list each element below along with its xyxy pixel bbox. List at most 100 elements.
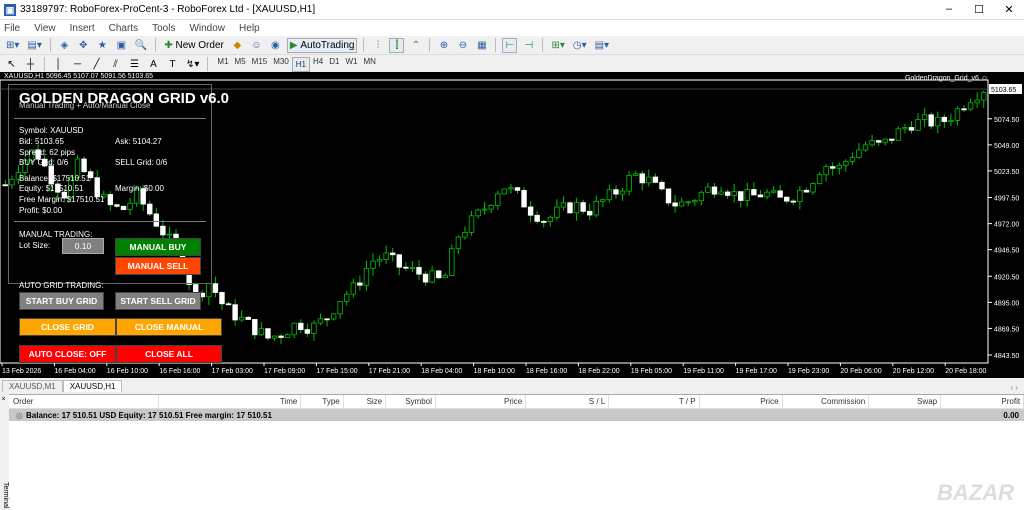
candle-body	[416, 267, 422, 275]
tab-xauusd-m1[interactable]: XAUUSD,M1	[2, 380, 63, 392]
indicators-icon[interactable]: ⊞▾	[549, 38, 566, 53]
close-button[interactable]: ✕	[994, 3, 1024, 16]
signals-icon[interactable]: ◉	[268, 38, 283, 53]
channel-icon[interactable]: ⫽	[108, 57, 123, 72]
maximize-button[interactable]: ☐	[964, 3, 994, 16]
minimize-button[interactable]: –	[934, 3, 964, 16]
terminal-icon[interactable]: ▣	[114, 38, 129, 53]
column-header[interactable]: T / P	[609, 394, 700, 409]
tester-icon[interactable]: 🔍	[133, 38, 149, 53]
bid-text: Bid: 5103.65	[19, 137, 64, 146]
trendline-icon[interactable]: ╱	[89, 57, 104, 72]
timeframe-m5[interactable]: M5	[232, 57, 249, 72]
timeframe-d1[interactable]: D1	[326, 57, 342, 72]
timeframe-h4[interactable]: H4	[310, 57, 326, 72]
menu-charts[interactable]: Charts	[109, 23, 138, 34]
symbol-text: Symbol: XAUUSD	[19, 126, 84, 135]
indicator-name: GoldenDragon_Grid_v6 ☺	[904, 75, 988, 82]
horizontal-line-icon[interactable]: ─	[70, 57, 85, 72]
tab-scroll-arrows[interactable]: ‹ ›	[1010, 383, 1024, 392]
menu-insert[interactable]: Insert	[70, 23, 95, 34]
autotrading-button[interactable]: ▶ AutoTrading	[286, 37, 358, 53]
menu-window[interactable]: Window	[189, 23, 225, 34]
auto-close-toggle[interactable]: AUTO CLOSE: OFF	[19, 345, 116, 363]
menu-file[interactable]: File	[4, 23, 20, 34]
new-chart-icon[interactable]: ⊞▾	[4, 38, 21, 53]
market-watch-icon[interactable]: ◈	[57, 38, 72, 53]
start-buy-grid-button[interactable]: START BUY GRID	[19, 292, 104, 310]
column-header[interactable]: Commission	[783, 394, 870, 409]
tile-windows-icon[interactable]: ▦	[474, 38, 489, 53]
crosshair-icon[interactable]: ┼	[23, 57, 38, 72]
templates-icon[interactable]: ▤▾	[593, 38, 611, 53]
crosshair-nav-icon[interactable]: ✥	[76, 38, 91, 53]
column-header[interactable]: Price	[436, 394, 527, 409]
favorites-icon[interactable]: ★	[95, 38, 110, 53]
candle-body	[560, 202, 567, 208]
balance-row[interactable]: ◎ Balance: 17 510.51 USD Equity: 17 510.…	[0, 409, 1024, 421]
menu-view[interactable]: View	[34, 23, 56, 34]
timeframe-w1[interactable]: W1	[342, 57, 360, 72]
column-header[interactable]: Profit	[941, 394, 1024, 409]
label-icon[interactable]: T	[165, 57, 180, 72]
candle-body	[409, 267, 416, 269]
candle-body	[882, 138, 888, 143]
candlestick-icon[interactable]: ⫿	[389, 37, 405, 53]
candle-body	[751, 189, 757, 196]
shapes-icon[interactable]: ↯▾	[184, 57, 201, 72]
time-label: 18 Feb 04:00	[421, 368, 462, 375]
new-order-button[interactable]: ✚ New Order	[162, 38, 226, 53]
timeframe-mn[interactable]: MN	[360, 57, 378, 72]
column-header[interactable]: Swap	[869, 394, 942, 409]
timeframe-h1[interactable]: H1	[291, 56, 311, 72]
close-manual-button[interactable]: CLOSE MANUAL	[116, 318, 222, 336]
timeframe-m15[interactable]: M15	[249, 57, 271, 72]
experts-icon[interactable]: ☺	[249, 38, 264, 53]
menu-help[interactable]: Help	[239, 23, 260, 34]
candle-body	[258, 328, 265, 336]
manual-buy-button[interactable]: MANUAL BUY	[115, 238, 201, 256]
price-label: 5074.50	[994, 117, 1019, 124]
profiles-icon[interactable]: ▤▾	[25, 38, 43, 53]
candle-body	[895, 128, 902, 141]
zoom-out-icon[interactable]: ⊖	[455, 38, 470, 53]
time-label: 19 Feb 05:00	[631, 368, 672, 375]
candle-body	[777, 190, 783, 198]
menu-tools[interactable]: Tools	[152, 23, 175, 34]
metaeditor-icon[interactable]: ◆	[230, 38, 245, 53]
column-header[interactable]: Time	[159, 394, 302, 409]
bar-chart-icon[interactable]: ⫶	[370, 38, 385, 53]
price-label: 4869.50	[994, 326, 1019, 333]
start-sell-grid-button[interactable]: START SELL GRID	[115, 292, 201, 310]
timeframe-m1[interactable]: M1	[214, 57, 231, 72]
candle-body	[488, 205, 494, 210]
close-terminal-icon[interactable]: ×	[0, 396, 7, 403]
column-header[interactable]: Type	[301, 394, 344, 409]
candle-body	[534, 214, 540, 222]
line-chart-icon[interactable]: ⌃	[408, 38, 423, 53]
autoscroll-icon[interactable]: ⊢	[502, 37, 518, 53]
periods-icon[interactable]: ◷▾	[571, 38, 589, 53]
column-header[interactable]: Symbol	[386, 394, 436, 409]
close-all-button[interactable]: CLOSE ALL	[116, 345, 222, 363]
column-header[interactable]: Size	[344, 394, 387, 409]
timeframe-m30[interactable]: M30	[270, 57, 292, 72]
candle-body	[337, 301, 343, 315]
manual-sell-button[interactable]: MANUAL SELL	[115, 257, 201, 275]
time-label: 19 Feb 11:00	[683, 368, 724, 375]
close-grid-button[interactable]: CLOSE GRID	[19, 318, 116, 336]
time-label: 16 Feb 10:00	[107, 368, 148, 375]
column-header[interactable]: Price	[700, 394, 783, 409]
tab-xauusd-h1[interactable]: XAUUSD,H1	[62, 380, 123, 392]
chart-shift-icon[interactable]: ⊣	[521, 38, 536, 53]
fibonacci-icon[interactable]: ☰	[127, 57, 142, 72]
candle-body	[541, 220, 547, 223]
cursor-icon[interactable]: ↖	[4, 57, 19, 72]
vertical-line-icon[interactable]: │	[51, 57, 66, 72]
lot-size-input[interactable]: 0.10	[62, 238, 104, 254]
price-label: 5023.50	[994, 169, 1019, 176]
column-header[interactable]: S / L	[526, 394, 610, 409]
text-icon[interactable]: A	[146, 57, 161, 72]
zoom-in-icon[interactable]: ⊕	[436, 38, 451, 53]
column-header[interactable]: Order	[10, 394, 160, 409]
